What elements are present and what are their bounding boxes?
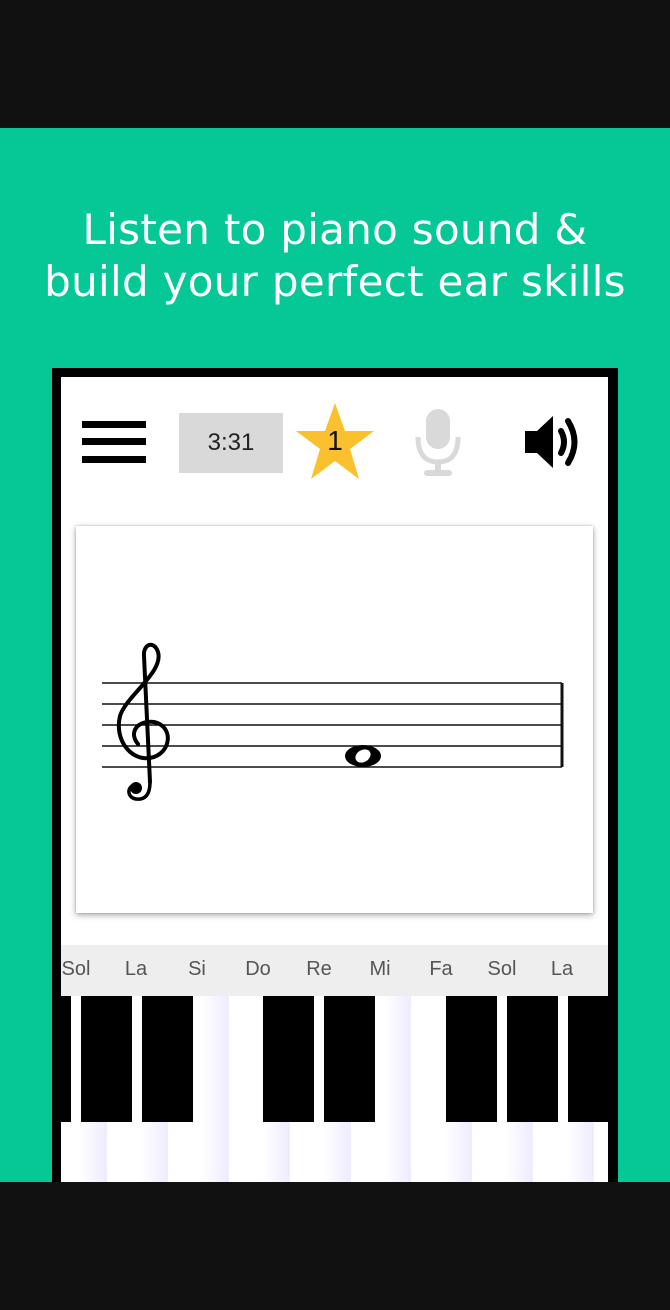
timer-display: 3:31 xyxy=(179,413,283,473)
black-key-re-sharp[interactable] xyxy=(324,996,375,1122)
note-label-la-2: La xyxy=(550,958,574,980)
note-label-si: Si xyxy=(188,958,206,980)
hamburger-menu-icon[interactable] xyxy=(82,421,146,467)
note-labels-bar: Sol La Si Do Re Mi Fa Sol La xyxy=(61,945,608,996)
black-key-sol-sharp-2[interactable] xyxy=(507,996,558,1122)
black-key-la-sharp-2[interactable] xyxy=(568,996,608,1122)
black-key-sol-sharp[interactable] xyxy=(81,996,132,1122)
note-label-la: La xyxy=(124,958,148,980)
phone-frame: 3:31 1 Sol La Si Do Re Mi Fa Sol La xyxy=(52,368,618,1182)
whole-note-icon xyxy=(345,745,381,767)
black-key-la-sharp[interactable] xyxy=(142,996,193,1122)
microphone-icon[interactable] xyxy=(413,407,463,479)
note-label-mi: Mi xyxy=(369,958,391,980)
note-label-fa: Fa xyxy=(429,958,453,980)
app-screen: 3:31 1 Sol La Si Do Re Mi Fa Sol La xyxy=(61,377,608,1182)
promo-headline: Listen to piano sound & build your perfe… xyxy=(0,204,670,308)
note-label-do: Do xyxy=(245,958,271,980)
note-label-sol-2: Sol xyxy=(487,958,517,980)
navigation-bar-area xyxy=(0,1182,670,1310)
black-key-fa-sharp[interactable] xyxy=(61,996,71,1122)
speaker-volume-icon[interactable] xyxy=(523,411,587,473)
treble-clef-icon xyxy=(116,642,170,801)
clef-dot xyxy=(130,782,142,794)
star-count: 1 xyxy=(327,425,343,456)
music-staff xyxy=(102,642,564,801)
note-label-sol: Sol xyxy=(61,958,91,980)
status-bar-area xyxy=(0,0,670,128)
black-key-do-sharp[interactable] xyxy=(263,996,314,1122)
promo-banner: Listen to piano sound & build your perfe… xyxy=(0,128,670,1182)
headline-line-2: build your perfect ear skills xyxy=(44,257,626,306)
piano-keyboard xyxy=(61,996,608,1182)
headline-line-1: Listen to piano sound & xyxy=(82,205,588,254)
note-label-re: Re xyxy=(306,958,332,980)
staff-lines xyxy=(102,682,562,768)
music-staff-card xyxy=(76,526,593,913)
black-key-fa-sharp-2[interactable] xyxy=(446,996,497,1122)
score-badge: 1 xyxy=(293,401,377,483)
